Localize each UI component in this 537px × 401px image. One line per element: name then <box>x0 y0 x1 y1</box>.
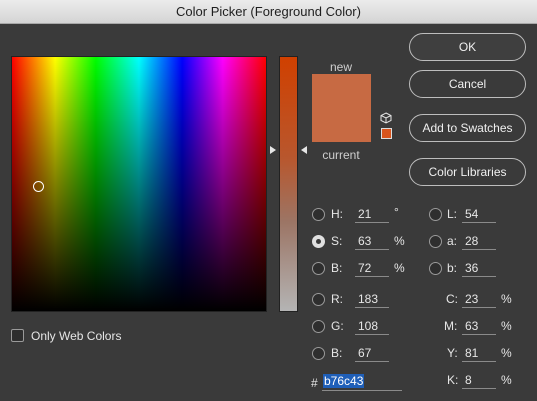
radio-blue[interactable] <box>312 346 325 360</box>
label-c: C: <box>446 292 458 306</box>
add-to-swatches-button[interactable]: Add to Swatches <box>409 114 526 142</box>
label-a: a: <box>447 234 458 248</box>
color-libraries-button[interactable]: Color Libraries <box>409 158 526 186</box>
current-swatch-label: current <box>322 148 360 162</box>
label-h: H: <box>331 207 343 221</box>
label-b-brightness: B: <box>331 261 343 275</box>
magenta-input[interactable]: 63 <box>462 317 496 335</box>
radio-a[interactable] <box>429 234 442 248</box>
yellow-input[interactable]: 81 <box>462 344 496 362</box>
slider-left-arrow-icon[interactable] <box>270 146 276 154</box>
color-slider[interactable] <box>279 56 298 312</box>
unit-percent-k: % <box>501 373 512 387</box>
hex-value: b76c43 <box>323 374 365 388</box>
lab-l-input[interactable]: 54 <box>462 205 496 223</box>
unit-percent-s: % <box>394 234 405 248</box>
blue-input[interactable]: 67 <box>355 344 389 362</box>
web-safe-cube-icon[interactable] <box>380 112 392 124</box>
color-field-cursor[interactable] <box>33 181 44 192</box>
unit-percent-m: % <box>501 319 512 333</box>
radio-lightness[interactable] <box>429 207 442 221</box>
new-swatch-label: new <box>329 60 352 74</box>
window-title: Color Picker (Foreground Color) <box>176 4 361 19</box>
unit-percent-y: % <box>501 346 512 360</box>
radio-green[interactable] <box>312 319 325 333</box>
black-input[interactable]: 8 <box>462 371 496 389</box>
unit-degree: ° <box>394 205 399 219</box>
brightness-input[interactable]: 72 <box>355 259 389 277</box>
only-web-colors-label[interactable]: Only Web Colors <box>31 329 121 343</box>
gamut-warning-swatch[interactable] <box>381 128 392 139</box>
label-r: R: <box>331 292 343 306</box>
window-titlebar: Color Picker (Foreground Color) <box>0 0 537 24</box>
only-web-colors-checkbox[interactable] <box>11 329 24 342</box>
label-b-lab: b: <box>447 261 458 275</box>
radio-saturation[interactable] <box>312 234 325 248</box>
cyan-input[interactable]: 23 <box>462 290 496 308</box>
hex-label: # <box>311 376 318 390</box>
radio-red[interactable] <box>312 292 325 306</box>
lab-b-input[interactable]: 36 <box>462 259 496 277</box>
radio-b-lab[interactable] <box>429 261 442 275</box>
red-input[interactable]: 183 <box>355 290 389 308</box>
saturation-input[interactable]: 63 <box>355 232 389 250</box>
green-input[interactable]: 108 <box>355 317 389 335</box>
label-y: Y: <box>447 346 458 360</box>
label-b-blue: B: <box>331 346 343 360</box>
label-g: G: <box>331 319 344 333</box>
radio-hue[interactable] <box>312 207 325 221</box>
radio-brightness[interactable] <box>312 261 325 275</box>
unit-percent-b: % <box>394 261 405 275</box>
current-color-swatch[interactable] <box>312 108 371 142</box>
unit-percent-c: % <box>501 292 512 306</box>
hex-input[interactable]: b76c43 <box>322 373 402 391</box>
label-m: M: <box>444 319 458 333</box>
ok-button[interactable]: OK <box>409 33 526 61</box>
slider-right-arrow-icon[interactable] <box>301 146 307 154</box>
cancel-button[interactable]: Cancel <box>409 70 526 98</box>
label-l: L: <box>447 207 458 221</box>
label-k: K: <box>447 373 459 387</box>
label-s: S: <box>331 234 343 248</box>
hue-input[interactable]: 21 <box>355 205 389 223</box>
color-field[interactable] <box>11 56 267 312</box>
lab-a-input[interactable]: 28 <box>462 232 496 250</box>
new-color-swatch <box>312 74 371 108</box>
